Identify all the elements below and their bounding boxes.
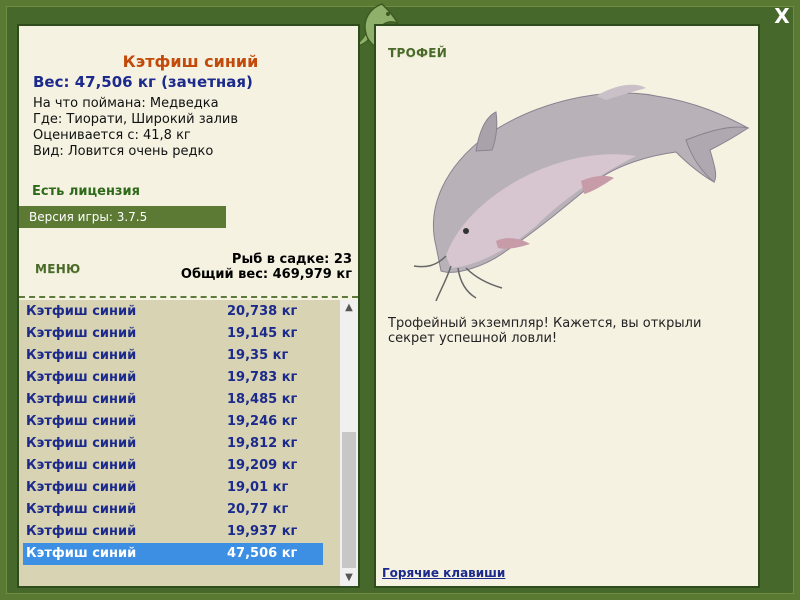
fish-weight: Вес: 47,506 кг (зачетная) xyxy=(33,73,253,91)
list-item-name: Кэтфиш синий xyxy=(26,326,137,341)
list-item-weight: 19,35 кг xyxy=(227,348,289,363)
hotkeys-link[interactable]: Горячие клавиши xyxy=(382,566,505,580)
location: Где: Тиорати, Широкий залив xyxy=(33,112,239,127)
scroll-up-icon[interactable]: ▲ xyxy=(340,300,358,316)
list-item-weight: 47,506 кг xyxy=(227,546,298,561)
list-item[interactable]: Кэтфиш синий 47,506 кг xyxy=(23,543,323,565)
list-item-name: Кэтфиш синий xyxy=(26,524,137,539)
list-item-name: Кэтфиш синий xyxy=(26,546,137,561)
scroll-down-icon[interactable]: ▼ xyxy=(340,570,358,586)
menu-button[interactable]: МЕНЮ xyxy=(35,262,80,276)
list-item[interactable]: Кэтфиш синий 19,35 кг xyxy=(23,345,323,367)
list-item-weight: 19,246 кг xyxy=(227,414,298,429)
list-item[interactable]: Кэтфиш синий 19,209 кг xyxy=(23,455,323,477)
list-item-weight: 20,77 кг xyxy=(227,502,289,517)
list-item-weight: 19,01 кг xyxy=(227,480,289,495)
total-weight: Общий вес: 469,979 кг xyxy=(180,267,352,282)
scroll-thumb[interactable] xyxy=(342,432,356,568)
catfish-image xyxy=(413,84,750,302)
caught-on: На что поймана: Медведка xyxy=(33,96,219,111)
close-icon[interactable]: X xyxy=(770,4,794,28)
list-item-name: Кэтфиш синий xyxy=(26,502,137,517)
fish-in-cage: Рыб в садке: 23 xyxy=(231,252,352,267)
version-bar: Версия игры: 3.7.5 xyxy=(19,206,226,228)
list-item-name: Кэтфиш синий xyxy=(26,304,137,319)
list-item[interactable]: Кэтфиш синий 19,246 кг xyxy=(23,411,323,433)
list-item-name: Кэтфиш синий xyxy=(26,480,137,495)
list-item[interactable]: Кэтфиш синий 18,485 кг xyxy=(23,389,323,411)
fish-info-panel: Кэтфиш синий Вес: 47,506 кг (зачетная) Н… xyxy=(17,24,360,588)
list-item-weight: 19,209 кг xyxy=(227,458,298,473)
species-note: Вид: Ловится очень редко xyxy=(33,144,214,159)
list-item-name: Кэтфиш синий xyxy=(26,436,137,451)
list-item-name: Кэтфиш синий xyxy=(26,392,137,407)
list-item[interactable]: Кэтфиш синий 20,77 кг xyxy=(23,499,323,521)
list-item-weight: 19,812 кг xyxy=(227,436,298,451)
list-item-weight: 19,937 кг xyxy=(227,524,298,539)
list-item[interactable]: Кэтфиш синий 19,937 кг xyxy=(23,521,323,543)
list-item[interactable]: Кэтфиш синий 19,145 кг xyxy=(23,323,323,345)
license-status: Есть лицензия xyxy=(32,184,140,199)
list-item[interactable]: Кэтфиш синий 19,783 кг xyxy=(23,367,323,389)
list-item-weight: 18,485 кг xyxy=(227,392,298,407)
list-item-weight: 19,783 кг xyxy=(227,370,298,385)
cage-stats: Рыб в садке: 23 Общий вес: 469,979 кг xyxy=(181,252,352,282)
list-item-weight: 20,738 кг xyxy=(227,304,298,319)
divider xyxy=(19,296,358,298)
scrollbar[interactable]: ▲ ▼ xyxy=(340,300,358,586)
list-item[interactable]: Кэтфиш синий 19,812 кг xyxy=(23,433,323,455)
list-item-name: Кэтфиш синий xyxy=(26,348,137,363)
fish-title: Кэтфиш синий xyxy=(122,52,259,71)
list-item-name: Кэтфиш синий xyxy=(26,414,137,429)
list-item-name: Кэтфиш синий xyxy=(26,370,137,385)
estimated-value: Оценивается с: 41,8 кг xyxy=(33,128,191,143)
catch-list: Кэтфиш синий 20,738 кг Кэтфиш синий 19,145 … xyxy=(19,300,340,586)
trophy-panel: ТРОФЕЙ Трофейный экземпляр! Кажется, вы … xyxy=(374,24,760,588)
list-item[interactable]: Кэтфиш синий 19,01 кг xyxy=(23,477,323,499)
trophy-description: Трофейный экземпляр! Кажется, вы открыли… xyxy=(388,316,702,346)
list-item[interactable]: Кэтфиш синий 20,738 кг xyxy=(23,301,323,323)
list-item-name: Кэтфиш синий xyxy=(26,458,137,473)
list-item-weight: 19,145 кг xyxy=(227,326,298,341)
